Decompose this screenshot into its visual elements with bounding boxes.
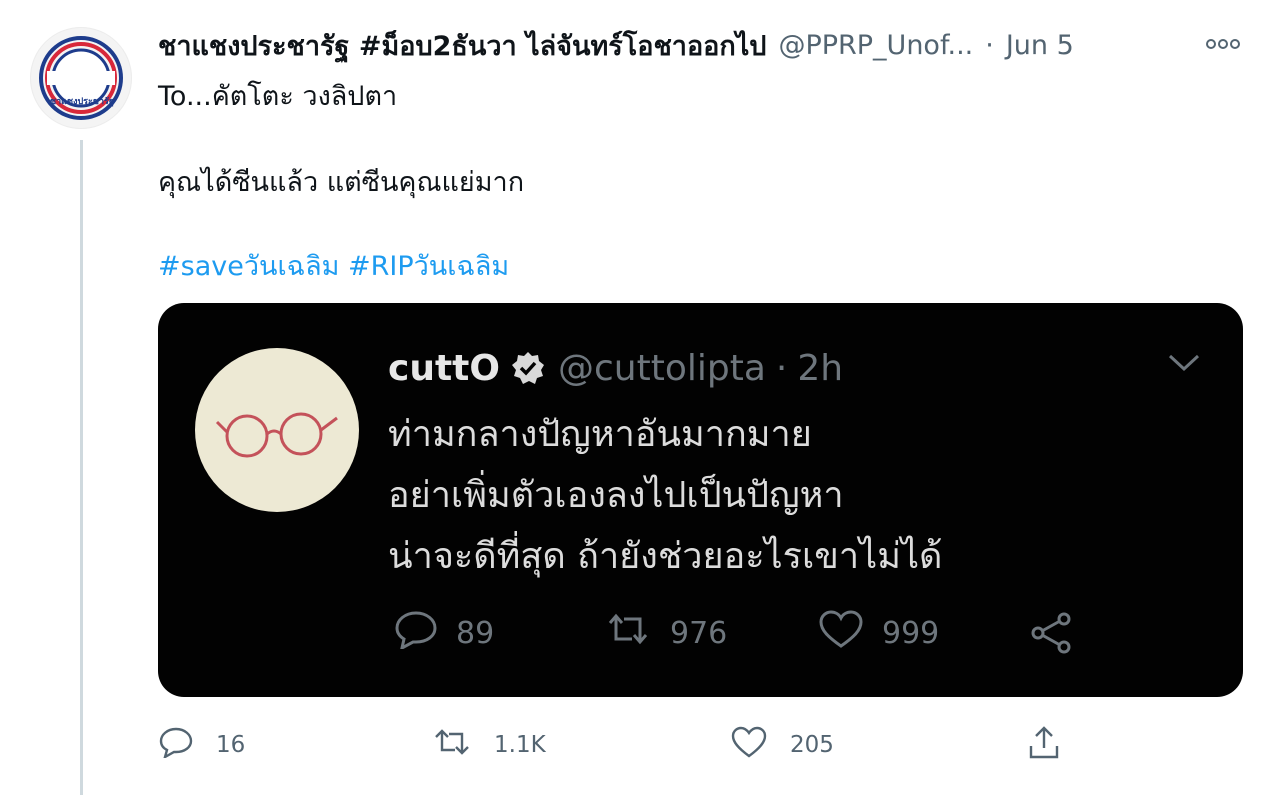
display-name[interactable]: ชาแชงประชารัฐ #ม็อบ2ธันวา ไล่จันทร์โอชาอ… xyxy=(158,24,766,67)
tweet[interactable]: ชาแชงประชารัฐ ชาแชงประชารัฐ #ม็อบ2ธันวา … xyxy=(0,0,1280,803)
chevron-down-icon xyxy=(1167,353,1201,377)
thread-line xyxy=(80,140,83,795)
like-button[interactable]: 205 xyxy=(730,722,834,768)
avatar-logo-text: ชาแชงประชารัฐ xyxy=(50,97,114,107)
reply-icon xyxy=(394,609,438,657)
embedded-retweet: 976 xyxy=(604,608,727,658)
share-button[interactable] xyxy=(1026,722,1062,768)
tweet-text-line: To...คัตโตะ วงลิปตา xyxy=(158,81,398,112)
hashtag-link[interactable]: #saveวันเฉลิม xyxy=(158,251,339,282)
like-icon xyxy=(730,725,768,765)
more-icon[interactable] xyxy=(1206,36,1240,55)
reply-icon xyxy=(158,726,194,764)
avatar[interactable]: ชาแชงประชารัฐ xyxy=(30,27,132,129)
hashtag-link[interactable]: #RIPวันเฉลิม xyxy=(348,251,509,282)
like-count: 999 xyxy=(882,615,940,651)
like-icon xyxy=(818,609,864,657)
tweet-header: ชาแชงประชารัฐ #ม็อบ2ธันวา ไล่จันทร์โอชาอ… xyxy=(158,24,1258,66)
separator-dot: · xyxy=(775,347,788,389)
verified-icon xyxy=(510,350,546,386)
reply-count: 16 xyxy=(216,732,246,758)
retweet-button[interactable]: 1.1K xyxy=(432,722,546,768)
embedded-tweet-image[interactable]: cuttO @cuttolipta · 2h ท่ามกลางปัญหาอันม… xyxy=(158,303,1243,697)
embedded-tweet-header: cuttO @cuttolipta · 2h xyxy=(388,343,843,393)
embedded-text-line: ท่ามกลางปัญหาอันมากมาย xyxy=(388,414,812,455)
user-handle[interactable]: @PPRP_Unof... xyxy=(778,30,973,61)
reply-button[interactable]: 16 xyxy=(158,722,245,768)
tweet-timestamp[interactable]: Jun 5 xyxy=(1006,30,1074,61)
embedded-text-line: น่าจะดีที่สุด ถ้ายังช่วยอะไรเขาไม่ได้ xyxy=(388,536,943,577)
retweet-icon xyxy=(432,727,472,763)
share-icon xyxy=(1026,724,1062,766)
tweet-text-line: คุณได้ซีนแล้ว แต่ซีนคุณแย่มาก xyxy=(158,167,525,198)
reply-count: 89 xyxy=(456,615,495,651)
embedded-display-name: cuttO xyxy=(388,347,500,389)
retweet-count: 976 xyxy=(670,615,728,651)
tweet-action-bar: 16 1.1K 205 xyxy=(158,722,1078,768)
embedded-handle: @cuttolipta xyxy=(558,347,766,389)
like-count: 205 xyxy=(790,732,834,758)
embedded-like: 999 xyxy=(818,608,939,658)
retweet-count: 1.1K xyxy=(494,732,546,758)
embedded-action-bar: 89 976 999 xyxy=(388,608,1108,658)
embedded-timestamp: 2h xyxy=(797,347,844,389)
separator-dot: · xyxy=(985,29,994,61)
embedded-text-line: อย่าเพิ่มตัวเองลงไปเป็นปัญหา xyxy=(388,475,844,516)
tweet-hashtags: #saveวันเฉลิม #RIPวันเฉลิม xyxy=(158,244,509,287)
share-icon xyxy=(1028,608,1074,658)
embedded-avatar xyxy=(195,348,359,512)
embedded-reply: 89 xyxy=(394,608,494,658)
retweet-icon xyxy=(604,611,652,655)
